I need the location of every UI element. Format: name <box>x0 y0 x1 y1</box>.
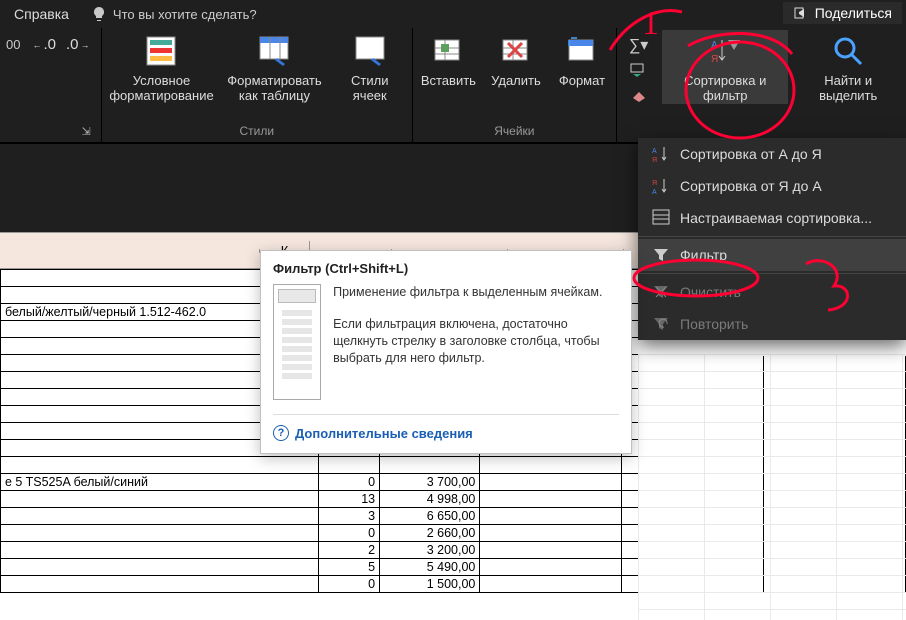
cell-b-3[interactable]: 0 <box>318 525 379 542</box>
share-label: Поделиться <box>815 5 892 21</box>
custom-sort-icon <box>652 209 670 227</box>
empty-grid-right[interactable] <box>638 354 906 620</box>
cell-b-0[interactable]: 0 <box>318 474 379 491</box>
insert-cells-button[interactable]: Вставить <box>417 30 480 89</box>
conditional-formatting-icon <box>144 34 178 68</box>
sort-filter-button[interactable]: АЯ Сортировка и фильтр <box>662 30 788 104</box>
svg-text:Я: Я <box>652 157 657 163</box>
svg-text:Я: Я <box>652 180 657 187</box>
cell-product-2[interactable]: e 5 TS525A белый/синий <box>1 474 319 491</box>
num-fmt-00: 00 <box>6 37 20 52</box>
decrease-decimal-button[interactable]: .0→ <box>66 36 90 53</box>
filter-icon <box>652 246 670 264</box>
insert-cells-icon <box>431 34 465 68</box>
cell-b-5[interactable]: 5 <box>318 559 379 576</box>
cell-c-2[interactable]: 6 650,00 <box>380 508 480 525</box>
help-icon: ? <box>273 425 289 441</box>
cell-styles-button[interactable]: Стили ячеек <box>332 30 408 104</box>
menu-custom-sort[interactable]: Настраиваемая сортировка... <box>638 202 906 234</box>
number-format-fragment[interactable]: 00 ←.0 .0→ <box>4 36 90 53</box>
share-button[interactable]: Поделиться <box>783 2 902 24</box>
delete-cells-button[interactable]: Удалить <box>486 30 546 89</box>
number-group-launcher-icon[interactable]: ⇲ <box>82 125 91 138</box>
lightbulb-icon <box>91 6 107 22</box>
tell-me[interactable]: Что вы хотите сделать? <box>91 6 257 22</box>
tell-me-text: Что вы хотите сделать? <box>113 7 257 22</box>
cell-styles-icon <box>353 34 387 68</box>
menu-filter[interactable]: Фильтр <box>638 239 906 271</box>
tooltip-p1: Применение фильтра к выделенным ячейкам. <box>333 284 619 301</box>
format-as-table-icon <box>257 34 291 68</box>
share-icon <box>793 5 809 21</box>
conditional-formatting-button[interactable]: Условное форматирование <box>106 30 218 104</box>
tooltip-p2: Если фильтрация включена, достаточно щел… <box>333 316 619 367</box>
cell-c-1[interactable]: 4 998,00 <box>380 491 480 508</box>
clear-button[interactable] <box>628 88 650 106</box>
cell-c-0[interactable]: 3 700,00 <box>380 474 480 491</box>
sort-filter-menu: АЯ Сортировка от А до Я ЯА Сортировка от… <box>638 138 906 340</box>
cell-b-1[interactable]: 13 <box>318 491 379 508</box>
reapply-filter-icon <box>652 315 670 333</box>
cell-b-4[interactable]: 2 <box>318 542 379 559</box>
tooltip-preview <box>273 284 321 400</box>
find-select-button[interactable]: Найти и выделить <box>794 30 902 104</box>
svg-text:А: А <box>711 40 718 51</box>
eraser-icon <box>630 89 648 106</box>
format-cells-button[interactable]: Формат <box>552 30 612 89</box>
format-as-table-button[interactable]: Форматировать как таблицу <box>223 30 325 104</box>
cell-c-5[interactable]: 5 490,00 <box>380 559 480 576</box>
sort-za-icon: ЯА <box>652 177 670 195</box>
tab-help[interactable]: Справка <box>4 2 79 26</box>
fill-button[interactable] <box>628 62 650 80</box>
sigma-icon: ∑▾ <box>629 35 648 55</box>
find-select-icon <box>831 34 865 68</box>
fill-down-icon <box>630 63 648 80</box>
svg-text:А: А <box>652 148 657 155</box>
cell-c-6[interactable]: 1 500,00 <box>380 576 480 593</box>
tooltip-title: Фильтр (Ctrl+Shift+L) <box>273 261 619 276</box>
format-cells-icon <box>565 34 599 68</box>
delete-cells-icon <box>499 34 533 68</box>
cell-c-3[interactable]: 2 660,00 <box>380 525 480 542</box>
cell-b-6[interactable]: 0 <box>318 576 379 593</box>
menu-clear-filter: Очистить <box>638 276 906 308</box>
sort-filter-icon: АЯ <box>708 34 742 68</box>
cell-b-2[interactable]: 3 <box>318 508 379 525</box>
menu-sort-za[interactable]: ЯА Сортировка от Я до А <box>638 170 906 202</box>
cell-c-4[interactable]: 3 200,00 <box>380 542 480 559</box>
cells-group-label: Ячейки <box>494 124 534 138</box>
autosum-button[interactable]: ∑▾ <box>628 36 650 54</box>
col-header-a-fragment[interactable] <box>0 249 260 253</box>
svg-text:Я: Я <box>711 54 718 65</box>
increase-decimal-button[interactable]: ←.0 <box>32 36 56 53</box>
styles-group-label: Стили <box>239 124 274 138</box>
tooltip-help-link[interactable]: ? Дополнительные сведения <box>273 414 619 441</box>
menu-reapply-filter: Повторить <box>638 308 906 340</box>
clear-filter-icon <box>652 283 670 301</box>
filter-tooltip: Фильтр (Ctrl+Shift+L) Применение фильтра… <box>260 250 632 454</box>
menu-sort-az[interactable]: АЯ Сортировка от А до Я <box>638 138 906 170</box>
svg-text:А: А <box>652 189 657 195</box>
sort-az-icon: АЯ <box>652 145 670 163</box>
